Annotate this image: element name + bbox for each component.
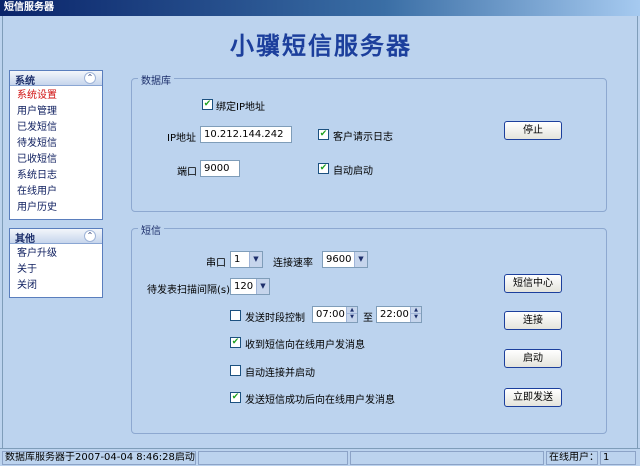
- status-bar: 数据库服务器于2007-04-04 8:46:28启动。 在线用户： 1: [0, 448, 640, 466]
- auto-connect-checkbox[interactable]: [230, 365, 241, 376]
- serial-port-label: 串口: [206, 258, 226, 269]
- send-now-button[interactable]: 立即发送: [504, 388, 562, 407]
- status-pane-empty-2: [350, 451, 544, 465]
- notify-received-label: 收到短信向在线用户发消息: [245, 340, 365, 351]
- app-banner: 小骥短信服务器: [230, 31, 412, 60]
- sms-group: 短信 串口 1 ▼ 连接速率 9600 ▼ 待发表扫描间隔(s) 120 ▼ 发…: [131, 222, 607, 434]
- notify-sent-checkbox[interactable]: ✔: [230, 392, 241, 403]
- nav-panel-other: 其他 ⌃ 客户升级 关于 关闭: [9, 228, 103, 298]
- port-label: 端口: [177, 167, 197, 178]
- serial-port-select[interactable]: 1 ▼: [230, 251, 263, 268]
- stop-button[interactable]: 停止: [504, 121, 562, 140]
- status-message: 数据库服务器于2007-04-04 8:46:28启动。: [2, 451, 196, 465]
- nav-panel-system: 系统 ⌃ 系统设置 用户管理 已发短信 待发短信 已收短信 系统日志 在线用户 用户历史: [9, 70, 103, 220]
- to-label: 至: [363, 313, 373, 324]
- spin-down-icon[interactable]: ▼: [347, 314, 357, 321]
- start-button[interactable]: 启动: [504, 349, 562, 368]
- chevron-down-icon[interactable]: ▼: [354, 252, 367, 267]
- connect-button[interactable]: 连接: [504, 311, 562, 330]
- chevron-down-icon[interactable]: ▼: [249, 252, 262, 267]
- ip-label: IP地址: [167, 133, 196, 144]
- time-from-value: 07:00: [316, 309, 345, 320]
- nav-item[interactable]: 待发短信: [17, 136, 102, 152]
- time-control-checkbox[interactable]: [230, 310, 241, 321]
- notify-sent-label: 发送短信成功后向在线用户发消息: [245, 395, 395, 406]
- window-title: 短信服务器: [4, 2, 54, 13]
- nav-item[interactable]: 系统设置: [17, 88, 102, 104]
- status-pane-empty-1: [198, 451, 348, 465]
- scan-interval-label: 待发表扫描间隔(s): [147, 285, 231, 296]
- nav-header-other[interactable]: 其他 ⌃: [10, 229, 102, 245]
- notify-received-checkbox[interactable]: ✔: [230, 337, 241, 348]
- time-to-value: 22:00: [380, 309, 409, 320]
- nav-item[interactable]: 关于: [17, 262, 102, 278]
- nav-item[interactable]: 系统日志: [17, 168, 102, 184]
- scan-interval-select[interactable]: 120 ▼: [230, 278, 270, 295]
- database-group-title: 数据库: [138, 72, 174, 87]
- nav-item[interactable]: 关闭: [17, 278, 102, 294]
- nav-item[interactable]: 已收短信: [17, 152, 102, 168]
- port-input[interactable]: 9000: [200, 160, 240, 177]
- auto-start-label: 自动启动: [333, 166, 373, 177]
- spin-up-icon[interactable]: ▲: [411, 307, 421, 314]
- nav-title-other: 其他: [15, 234, 35, 245]
- database-group: 数据库 ✔ 绑定IP地址 IP地址 10.212.144.242 ✔ 客户请示日…: [131, 72, 607, 212]
- nav-list-system: 系统设置 用户管理 已发短信 待发短信 已收短信 系统日志 在线用户 用户历史: [10, 86, 102, 220]
- auto-connect-label: 自动连接并启动: [245, 368, 315, 379]
- nav-item[interactable]: 用户历史: [17, 200, 102, 216]
- nav-title-system: 系统: [15, 76, 35, 87]
- auto-start-checkbox[interactable]: ✔: [318, 163, 329, 174]
- bind-ip-checkbox[interactable]: ✔: [202, 99, 213, 110]
- nav-item[interactable]: 客户升级: [17, 246, 102, 262]
- chevron-down-icon[interactable]: ▼: [256, 279, 269, 294]
- collapse-icon[interactable]: ⌃: [84, 230, 96, 242]
- time-from-spinner[interactable]: 07:00 ▲ ▼: [312, 306, 358, 323]
- online-users-label: 在线用户：: [546, 451, 598, 465]
- time-control-label: 发送时段控制: [245, 313, 305, 324]
- baud-rate-value: 9600: [326, 254, 352, 265]
- baud-rate-select[interactable]: 9600 ▼: [322, 251, 368, 268]
- baud-rate-label: 连接速率: [273, 258, 313, 269]
- online-users-count: 1: [600, 451, 636, 465]
- time-to-spinner[interactable]: 22:00 ▲ ▼: [376, 306, 422, 323]
- sms-center-button[interactable]: 短信中心: [504, 274, 562, 293]
- nav-item[interactable]: 在线用户: [17, 184, 102, 200]
- nav-list-other: 客户升级 关于 关闭: [10, 244, 102, 298]
- bind-ip-label: 绑定IP地址: [216, 102, 265, 113]
- scan-interval-value: 120: [234, 281, 254, 292]
- nav-item[interactable]: 用户管理: [17, 104, 102, 120]
- window-titlebar: 短信服务器: [0, 0, 640, 16]
- ip-input[interactable]: 10.212.144.242: [200, 126, 292, 143]
- client-log-checkbox[interactable]: ✔: [318, 129, 329, 140]
- sms-group-title: 短信: [138, 222, 164, 237]
- spin-down-icon[interactable]: ▼: [411, 314, 421, 321]
- nav-item[interactable]: 已发短信: [17, 120, 102, 136]
- collapse-icon[interactable]: ⌃: [84, 72, 96, 84]
- nav-header-system[interactable]: 系统 ⌃: [10, 71, 102, 87]
- spin-up-icon[interactable]: ▲: [347, 307, 357, 314]
- serial-port-value: 1: [234, 254, 241, 265]
- main-client-area: 小骥短信服务器 系统 ⌃ 系统设置 用户管理 已发短信 待发短信 已收短信 系统日志 在线用…: [2, 16, 638, 448]
- client-log-label: 客户请示日志: [333, 132, 393, 143]
